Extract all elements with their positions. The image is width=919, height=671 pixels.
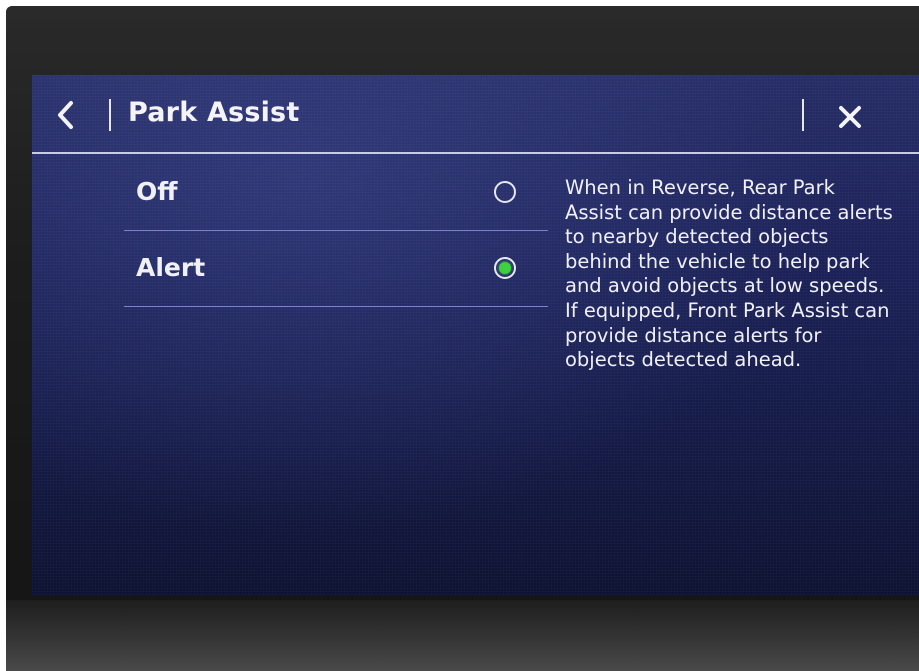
close-icon bbox=[839, 106, 861, 128]
infotainment-screen: Park Assist Off Alert When in Reverse, R… bbox=[32, 75, 919, 595]
park-assist-options: Off Alert bbox=[124, 155, 548, 307]
page-title: Park Assist bbox=[128, 97, 300, 128]
radio-alert-selected[interactable] bbox=[494, 257, 516, 279]
header-divider-left bbox=[109, 99, 111, 131]
option-label: Alert bbox=[136, 253, 206, 282]
radio-off[interactable] bbox=[494, 181, 516, 203]
chevron-left-icon bbox=[58, 101, 73, 129]
close-button[interactable] bbox=[828, 95, 872, 139]
option-alert[interactable]: Alert bbox=[124, 231, 548, 307]
help-description: When in Reverse, Rear Park Assist can pr… bbox=[565, 176, 893, 372]
option-label: Off bbox=[136, 177, 178, 206]
header-rule bbox=[32, 152, 919, 154]
option-off[interactable]: Off bbox=[124, 155, 548, 231]
display-bezel-bottom bbox=[6, 600, 919, 671]
header-bar: Park Assist bbox=[32, 75, 919, 155]
back-button[interactable] bbox=[46, 93, 86, 137]
header-divider-right bbox=[802, 99, 804, 131]
